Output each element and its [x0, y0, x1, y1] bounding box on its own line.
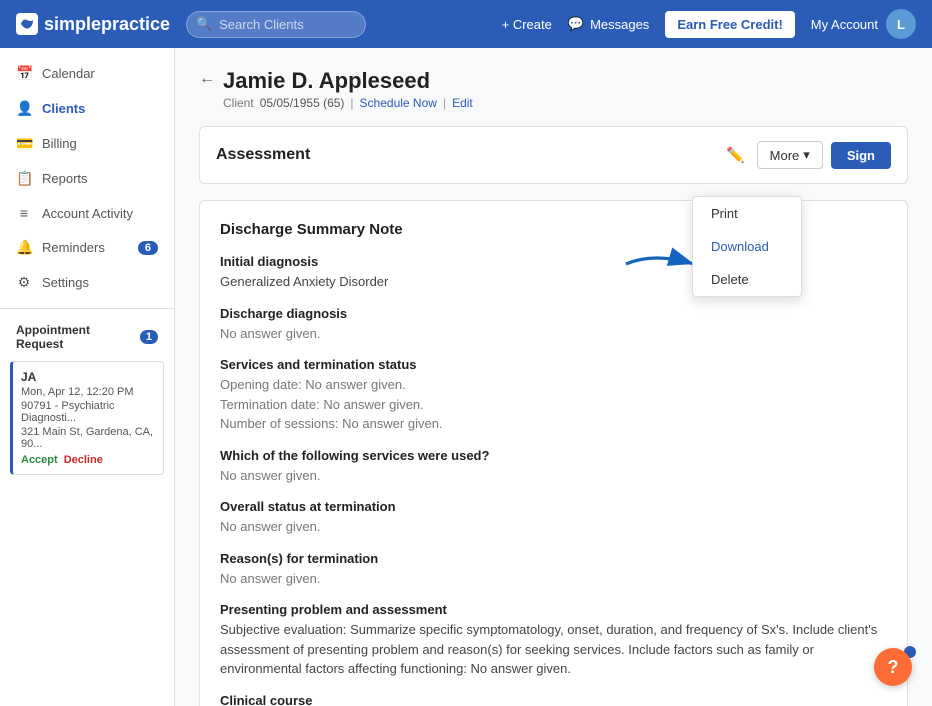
field-reason-termination: Reason(s) for termination No answer give…	[220, 551, 887, 589]
sidebar-item-label: Account Activity	[42, 206, 133, 221]
chevron-down-icon: ▾	[803, 147, 810, 163]
sidebar-item-label: Billing	[42, 136, 77, 151]
calendar-icon: 📅	[16, 65, 32, 82]
back-button[interactable]: ←	[199, 70, 215, 88]
assessment-title: Assessment	[216, 146, 310, 164]
logo-text: simplepractice	[44, 14, 170, 35]
edit-link[interactable]: Edit	[452, 96, 473, 110]
sidebar-item-reports[interactable]: 📋 Reports	[0, 161, 174, 196]
edit-icon-button[interactable]: ✏️	[722, 142, 749, 168]
settings-icon: ⚙	[16, 274, 32, 291]
more-button[interactable]: More ▾	[757, 141, 823, 169]
sidebar-item-label: Reminders	[42, 240, 105, 255]
message-icon: 💬	[568, 16, 584, 32]
search-input[interactable]	[186, 11, 366, 38]
client-name: Jamie D. Appleseed	[223, 68, 473, 94]
field-overall-status: Overall status at termination No answer …	[220, 499, 887, 537]
sidebar-item-account-activity[interactable]: ≡ Account Activity	[0, 196, 174, 230]
sidebar-item-label: Settings	[42, 275, 89, 290]
client-type-label: Client	[223, 96, 254, 110]
client-dob: 05/05/1955 (65)	[260, 96, 345, 110]
reminders-icon: 🔔	[16, 239, 32, 256]
appt-service: 90791 - Psychiatric Diagnosti...	[21, 400, 155, 424]
appointment-request-badge: 1	[140, 330, 158, 344]
client-info: Jamie D. Appleseed Client 05/05/1955 (65…	[223, 68, 473, 110]
billing-icon: 💳	[16, 135, 32, 152]
decline-button[interactable]: Decline	[64, 454, 103, 466]
appt-actions: Accept Decline	[21, 454, 155, 466]
appt-date: Mon, Apr 12, 12:20 PM	[21, 386, 155, 398]
help-button[interactable]: ?	[874, 648, 912, 686]
field-presenting-problem: Presenting problem and assessment Subjec…	[220, 602, 887, 679]
clients-icon: 👤	[16, 100, 32, 117]
sidebar-item-calendar[interactable]: 📅 Calendar	[0, 56, 174, 91]
appointment-request-section: Appointment Request 1 JA Mon, Apr 12, 12…	[0, 308, 174, 475]
appointment-request-label: Appointment Request	[16, 323, 134, 351]
schedule-now-link[interactable]: Schedule Now	[360, 96, 437, 110]
appointment-request-header: Appointment Request 1	[0, 317, 174, 357]
field-services-used: Which of the following services were use…	[220, 448, 887, 486]
dropdown-download[interactable]: Download	[693, 230, 801, 263]
earn-credit-button[interactable]: Earn Free Credit!	[665, 11, 794, 38]
app-logo[interactable]: simplepractice	[16, 13, 170, 35]
search-wrapper: 🔍	[186, 11, 366, 38]
field-discharge-diagnosis: Discharge diagnosis No answer given.	[220, 306, 887, 344]
sidebar-item-clients[interactable]: 👤 Clients	[0, 91, 174, 126]
client-header: ← Jamie D. Appleseed Client 05/05/1955 (…	[199, 68, 908, 110]
client-meta: Client 05/05/1955 (65) | Schedule Now | …	[223, 96, 473, 110]
sidebar-item-label: Calendar	[42, 66, 95, 81]
sign-button[interactable]: Sign	[831, 142, 891, 169]
field-services-termination: Services and termination status Opening …	[220, 357, 887, 434]
appointment-request-card[interactable]: JA Mon, Apr 12, 12:20 PM 90791 - Psychia…	[10, 361, 164, 475]
appt-address: 321 Main St, Gardena, CA, 90...	[21, 426, 155, 450]
sidebar-item-billing[interactable]: 💳 Billing	[0, 126, 174, 161]
reminders-badge: 6	[138, 241, 158, 255]
sidebar-item-label: Reports	[42, 171, 88, 186]
content-area: ← Jamie D. Appleseed Client 05/05/1955 (…	[175, 48, 932, 706]
reports-icon: 📋	[16, 170, 32, 187]
dropdown-menu: Print Download Delete	[692, 196, 802, 297]
sidebar-item-label: Clients	[42, 101, 85, 116]
top-nav: simplepractice 🔍 + Create 💬 Messages Ear…	[0, 0, 932, 48]
search-icon: 🔍	[196, 16, 212, 32]
sidebar: 📅 Calendar 👤 Clients 💳 Billing 📋 Reports…	[0, 48, 175, 706]
create-button[interactable]: + Create	[502, 17, 552, 32]
logo-icon	[16, 13, 38, 35]
account-activity-icon: ≡	[16, 205, 32, 221]
sidebar-item-settings[interactable]: ⚙ Settings	[0, 265, 174, 300]
accept-button[interactable]: Accept	[21, 454, 58, 466]
appt-initials: JA	[21, 370, 155, 384]
assessment-header: Assessment ✏️ More ▾ Sign	[199, 126, 908, 184]
arrow-indicator	[622, 244, 702, 287]
messages-button[interactable]: 💬 Messages	[568, 16, 649, 32]
dropdown-delete[interactable]: Delete	[693, 263, 801, 296]
avatar: L	[886, 9, 916, 39]
my-account-button[interactable]: My Account L	[811, 9, 916, 39]
assessment-actions: ✏️ More ▾ Sign	[722, 141, 891, 169]
field-clinical-course: Clinical course Impact of services on ea…	[220, 693, 887, 706]
dropdown-print[interactable]: Print	[693, 197, 801, 230]
sidebar-item-reminders[interactable]: 🔔 Reminders 6	[0, 230, 174, 265]
